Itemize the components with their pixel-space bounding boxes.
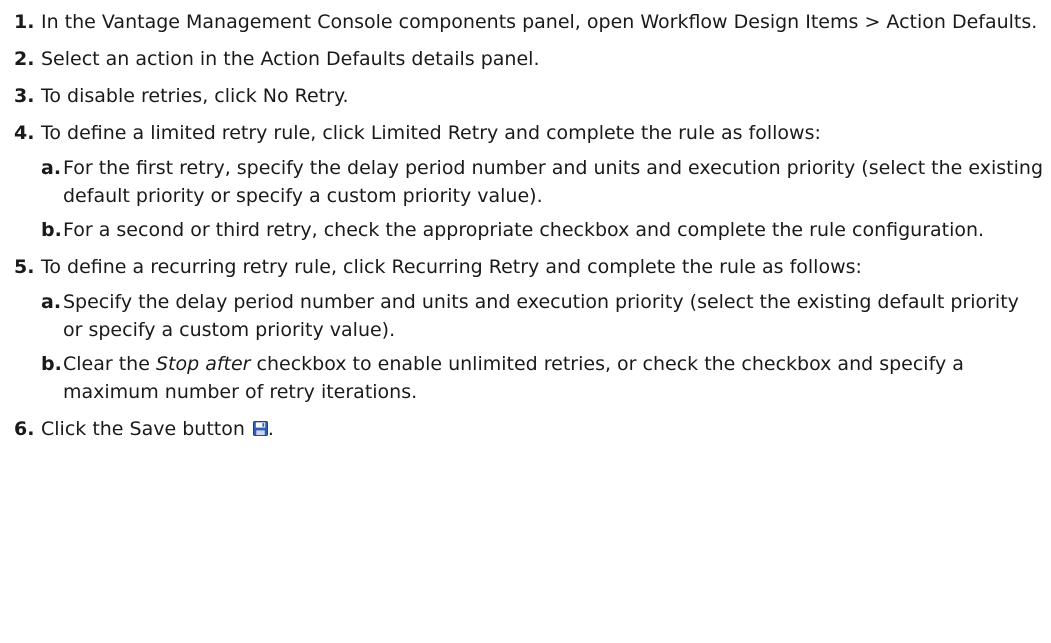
substep-letter: a. (41, 157, 62, 179)
substep-4b: b. For a second or third retry, check th… (41, 216, 1044, 244)
substep-letter: b. (41, 219, 62, 241)
step-number: 6. (14, 418, 35, 440)
step-number: 1. (14, 11, 35, 33)
substep-text: For a second or third retry, check the a… (63, 219, 985, 241)
save-icon (252, 421, 268, 436)
step-text: In the Vantage Management Console compon… (41, 11, 1038, 33)
substep-text-before: Clear the (63, 353, 156, 375)
substep-text: Specify the delay period number and unit… (63, 291, 1019, 341)
substep-list: a. Specify the delay period number and u… (41, 288, 1044, 406)
step-6: 6. Click the Save button . (14, 415, 1044, 443)
stop-after-term: Stop after (155, 353, 251, 375)
step-1: 1. In the Vantage Management Console com… (14, 8, 1044, 36)
substep-4a: a. For the first retry, specify the dela… (41, 154, 1044, 210)
step-2: 2. Select an action in the Action Defaul… (14, 45, 1044, 73)
step-number: 5. (14, 256, 35, 278)
step-text-after: . (267, 418, 274, 440)
substep-5b: b. Clear the Stop after checkbox to enab… (41, 350, 1044, 406)
substep-letter: a. (41, 291, 62, 313)
step-5: 5. To define a recurring retry rule, cli… (14, 253, 1044, 406)
substep-letter: b. (41, 353, 62, 375)
procedure-list: 1. In the Vantage Management Console com… (0, 0, 1044, 443)
substep-text: For the first retry, specify the delay p… (63, 157, 1044, 207)
step-number: 4. (14, 122, 35, 144)
step-number: 3. (14, 85, 35, 107)
substep-5a: a. Specify the delay period number and u… (41, 288, 1044, 344)
step-text: To define a recurring retry rule, click … (41, 256, 862, 278)
step-text-before: Click the Save button (41, 418, 251, 440)
step-text: Select an action in the Action Defaults … (41, 48, 540, 70)
step-3: 3. To disable retries, click No Retry. (14, 82, 1044, 110)
step-text: To disable retries, click No Retry. (41, 85, 349, 107)
step-text: To define a limited retry rule, click Li… (41, 122, 821, 144)
step-number: 2. (14, 48, 35, 70)
substep-list: a. For the first retry, specify the dela… (41, 154, 1044, 244)
step-4: 4. To define a limited retry rule, click… (14, 119, 1044, 244)
